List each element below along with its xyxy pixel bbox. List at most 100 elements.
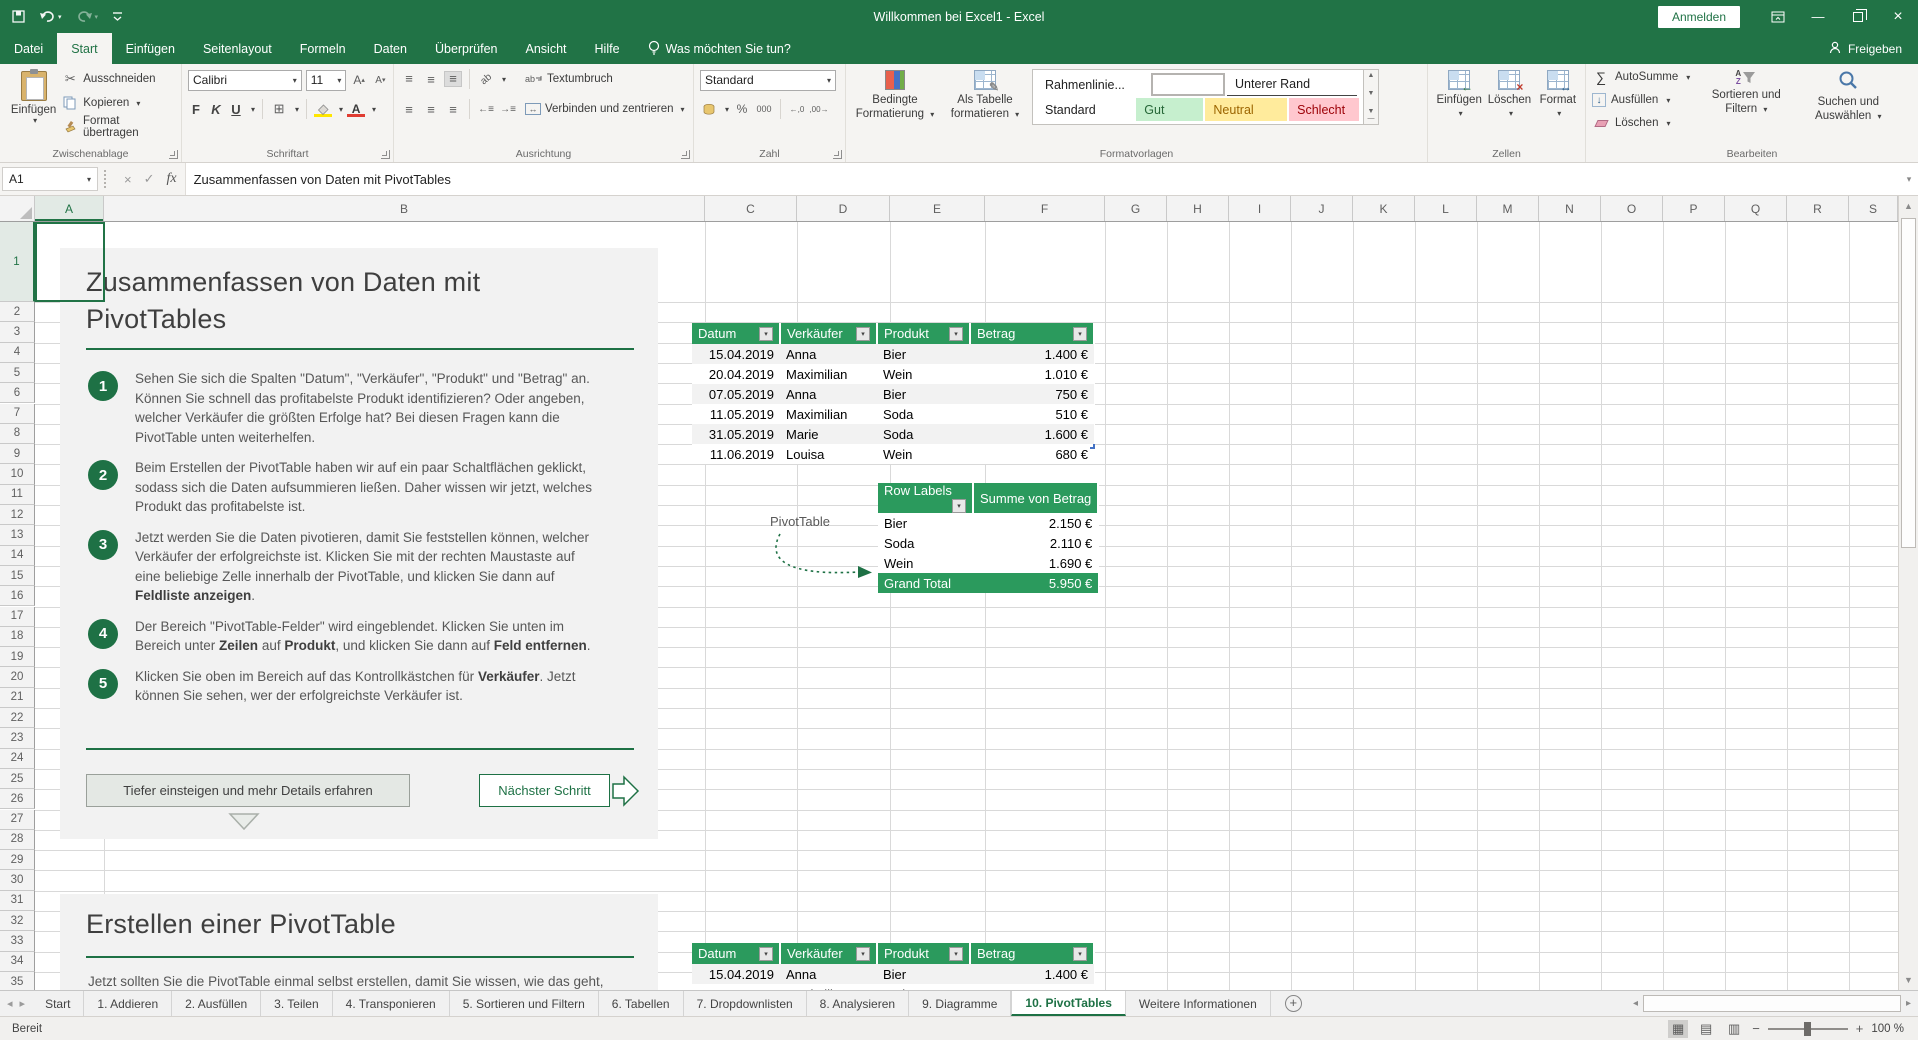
cell[interactable]: Anna	[780, 384, 877, 404]
add-sheet-icon[interactable]: +	[1285, 995, 1302, 1012]
row-header-11[interactable]: 11	[0, 485, 35, 505]
format-cells-button[interactable]: ↔ Format▾	[1535, 67, 1581, 121]
filter-dropdown-icon[interactable]: ▾	[949, 327, 963, 341]
cell[interactable]: Louisa	[780, 444, 877, 464]
cell[interactable]: Wein	[877, 444, 970, 464]
font-dialog-launcher-icon[interactable]	[381, 150, 390, 159]
cell[interactable]: 11.05.2019	[692, 404, 780, 424]
ribbon-display-options-icon[interactable]	[1758, 0, 1798, 33]
format-as-table-button[interactable]: ✎ Als Tabelle formatieren ▾	[942, 67, 1028, 122]
signin-button[interactable]: Anmelden	[1658, 6, 1740, 28]
column-header-O[interactable]: O	[1601, 196, 1663, 221]
ribbon-tab-formeln[interactable]: Formeln	[286, 33, 360, 64]
align-right-icon[interactable]: ≡	[444, 101, 462, 117]
more-details-button[interactable]: Tiefer einsteigen und mehr Details erfah…	[86, 774, 410, 807]
ribbon-tab-einfügen[interactable]: Einfügen	[112, 33, 189, 64]
vertical-scrollbar-thumb[interactable]	[1901, 218, 1916, 548]
page-layout-view-icon[interactable]: ▤	[1696, 1020, 1716, 1038]
conditional-formatting-button[interactable]: Bedingte Formatierung ▾	[852, 67, 938, 122]
row-header-23[interactable]: 23	[0, 728, 35, 748]
row-header-15[interactable]: 15	[0, 566, 35, 586]
column-betrag[interactable]: Betrag▾	[970, 943, 1094, 964]
underline-dropdown-icon[interactable]: ▾	[251, 105, 255, 114]
cell[interactable]: 20.04.2019	[692, 364, 780, 384]
row-header-21[interactable]: 21	[0, 688, 35, 708]
save-icon[interactable]	[12, 10, 25, 23]
row-header-16[interactable]: 16	[0, 586, 35, 606]
row-header-2[interactable]: 2	[0, 302, 35, 322]
filter-dropdown-icon[interactable]: ▾	[759, 947, 773, 961]
row-header-24[interactable]: 24	[0, 749, 35, 769]
paste-dropdown-icon[interactable]: ▾	[33, 116, 37, 125]
cell-style-standard[interactable]: Standard	[1037, 98, 1134, 121]
cell[interactable]: Anna	[780, 964, 877, 984]
font-name-select[interactable]: Calibri▾	[188, 70, 302, 91]
italic-button[interactable]: K	[208, 102, 224, 117]
column-produkt[interactable]: Produkt▾	[877, 323, 970, 344]
clipboard-dialog-launcher-icon[interactable]	[169, 150, 178, 159]
column-header-K[interactable]: K	[1353, 196, 1415, 221]
column-header-F[interactable]: F	[985, 196, 1105, 221]
minimize-button[interactable]: —	[1798, 0, 1838, 33]
row-header-32[interactable]: 32	[0, 911, 35, 931]
align-middle-icon[interactable]: ≡	[422, 71, 440, 87]
row-header-18[interactable]: 18	[0, 627, 35, 647]
cell[interactable]: 1.400 €	[970, 964, 1094, 984]
vertical-scrollbar[interactable]: ▲ ▼	[1898, 196, 1918, 990]
cell[interactable]: Soda	[877, 424, 970, 444]
align-bottom-icon[interactable]: ≡	[444, 71, 462, 87]
sheet-tab-7-dropdownlisten[interactable]: 7. Dropdownlisten	[684, 991, 807, 1016]
column-header-C[interactable]: C	[705, 196, 797, 221]
sheet-tab-3-teilen[interactable]: 3. Teilen	[261, 991, 332, 1016]
row-header-34[interactable]: 34	[0, 952, 35, 972]
align-left-icon[interactable]: ≡	[400, 101, 418, 117]
orientation-icon[interactable]: ab	[474, 67, 498, 91]
filter-dropdown-icon[interactable]: ▾	[949, 947, 963, 961]
column-header-Q[interactable]: Q	[1725, 196, 1787, 221]
cell[interactable]: 2.150 €	[973, 513, 1098, 533]
cell[interactable]: 07.05.2019	[692, 384, 780, 404]
column-produkt[interactable]: Produkt▾	[877, 943, 970, 964]
undo-dropdown-icon[interactable]: ▾	[58, 13, 62, 21]
fill-color-icon[interactable]	[314, 101, 332, 117]
autosum-button[interactable]: ∑AutoSumme▾	[1592, 67, 1690, 87]
cell[interactable]: 2.110 €	[973, 533, 1098, 553]
column-header-H[interactable]: H	[1167, 196, 1229, 221]
sheet-nav-right-icon[interactable]: ▸	[20, 991, 33, 1016]
cell[interactable]: 31.05.2019	[692, 424, 780, 444]
filter-dropdown-icon[interactable]: ▾	[1073, 327, 1087, 341]
row-header-30[interactable]: 30	[0, 870, 35, 890]
row-header-28[interactable]: 28	[0, 830, 35, 850]
cell[interactable]: Maximilian	[780, 404, 877, 424]
align-center-icon[interactable]: ≡	[422, 101, 440, 117]
cell-style-neutral[interactable]: Neutral	[1205, 98, 1287, 121]
column-datum[interactable]: Datum▾	[692, 323, 780, 344]
tell-me-box[interactable]: Was möchten Sie tun?	[634, 33, 805, 64]
zoom-in-icon[interactable]: +	[1856, 1021, 1864, 1036]
column-header-N[interactable]: N	[1539, 196, 1601, 221]
select-all-button[interactable]	[0, 196, 35, 221]
filter-dropdown-icon[interactable]: ▾	[952, 499, 966, 513]
cell[interactable]: Bier	[877, 344, 970, 364]
enter-icon[interactable]: ✓	[144, 171, 155, 187]
ribbon-tab-seitenlayout[interactable]: Seitenlayout	[189, 33, 286, 64]
cell-style-schlecht[interactable]: Schlecht	[1289, 98, 1359, 121]
insert-function-icon[interactable]: fx	[167, 171, 177, 187]
borders-icon[interactable]: ⊞	[270, 101, 288, 117]
row-header-5[interactable]: 5	[0, 363, 35, 383]
cell-style-blank[interactable]	[1151, 73, 1225, 96]
column-header-R[interactable]: R	[1787, 196, 1849, 221]
horizontal-scrollbar-thumb[interactable]	[1643, 995, 1901, 1012]
gallery-up-icon[interactable]: ▲	[1368, 72, 1375, 79]
ribbon-tab-ansicht[interactable]: Ansicht	[512, 33, 581, 64]
cell[interactable]: Soda	[877, 404, 970, 424]
grow-font-icon[interactable]: A▴	[350, 72, 367, 88]
cell[interactable]: 15.04.2019	[692, 964, 780, 984]
filter-dropdown-icon[interactable]: ▾	[1073, 947, 1087, 961]
gallery-more-icon[interactable]: ▼—	[1368, 108, 1375, 122]
hscroll-left-icon[interactable]: ◂	[1630, 998, 1641, 1009]
cell[interactable]: Bier	[878, 513, 973, 533]
column-header-S[interactable]: S	[1849, 196, 1898, 221]
cell[interactable]: 680 €	[970, 444, 1094, 464]
ribbon-tab-datei[interactable]: Datei	[0, 33, 57, 64]
